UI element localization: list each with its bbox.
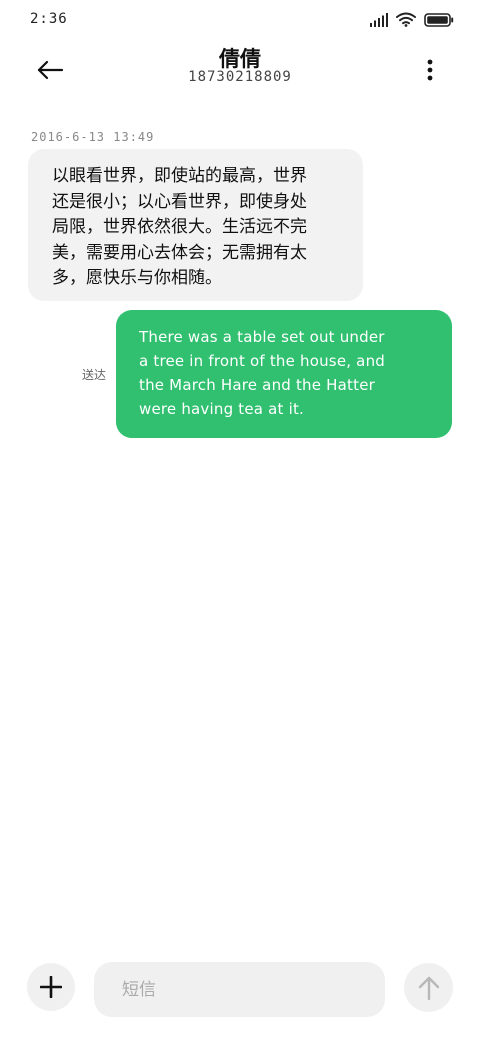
message-line: a tree in front of the house, and xyxy=(139,352,385,370)
conversation-header: 倩倩 18730218809 xyxy=(0,40,480,100)
add-attachment-button[interactable] xyxy=(27,963,75,1011)
message-composer xyxy=(0,955,480,1025)
message-line: 美，需要用心去体会；无需拥有太 xyxy=(52,242,307,263)
message-line: There was a table set out under xyxy=(139,328,385,346)
message-line: the March Hare and the Hatter xyxy=(139,376,375,394)
more-options-button[interactable] xyxy=(418,54,442,86)
status-time: 2:36 xyxy=(30,11,68,27)
battery-icon xyxy=(424,12,454,27)
send-button[interactable] xyxy=(404,963,453,1012)
sms-conversation-screen: 2:36 倩倩 18730218809 2016-6-13 13:49 以眼看世… xyxy=(0,0,480,1040)
message-line: 局限，世界依然很大。生活远不完 xyxy=(52,217,307,237)
status-icons xyxy=(370,12,454,27)
arrow-up-icon xyxy=(418,976,439,1000)
message-line: 多，愿快乐与你相随。 xyxy=(52,268,222,288)
delivery-status: 送达 xyxy=(82,368,107,382)
message-line: 还是很小；以心看世界，即使身处 xyxy=(52,191,307,212)
message-line: were having tea at it. xyxy=(139,400,304,418)
message-input[interactable] xyxy=(94,962,385,1017)
incoming-message-bubble[interactable]: 以眼看世界，即使站的最高，世界 还是很小；以心看世界，即使身处 局限，世界依然很… xyxy=(28,149,363,301)
status-bar: 2:36 xyxy=(0,0,480,40)
signal-icon xyxy=(370,12,388,27)
contact-number: 18730218809 xyxy=(188,69,292,85)
plus-icon xyxy=(40,976,62,998)
message-timestamp: 2016-6-13 13:49 xyxy=(31,130,155,144)
more-vertical-icon xyxy=(427,59,433,81)
message-line: 以眼看世界，即使站的最高，世界 xyxy=(52,166,307,186)
outgoing-message-bubble[interactable]: There was a table set out under a tree i… xyxy=(116,310,452,438)
wifi-icon xyxy=(396,12,416,27)
